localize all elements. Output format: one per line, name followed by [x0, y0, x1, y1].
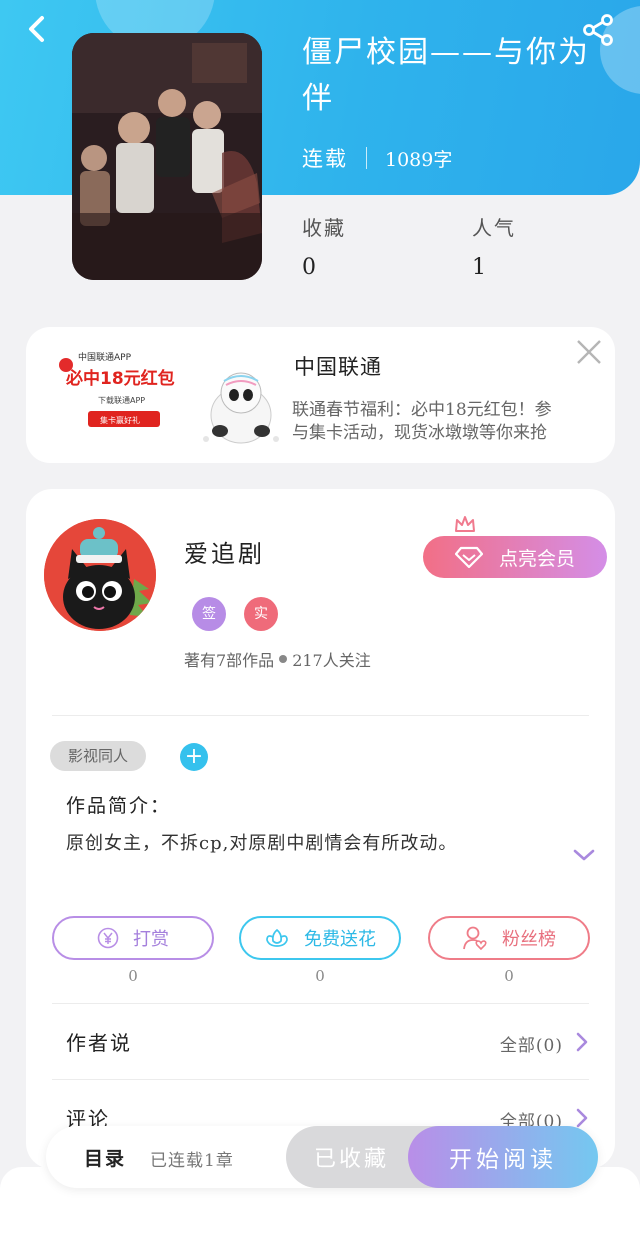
stat-label: 收藏	[302, 216, 346, 240]
followers-count: 217人关注	[292, 651, 371, 670]
ad-image-headline: 必中18元红包	[65, 368, 175, 389]
author-stats: 著有7部作品 217人关注	[184, 647, 371, 671]
tip-count: 0	[128, 967, 138, 985]
author-says-label: 作者说	[66, 1031, 132, 1055]
ad-image: 中国联通APP 必中18元红包 下载联通APP 集卡赢好礼	[56, 343, 291, 449]
flower-icon	[264, 926, 290, 950]
crown-icon	[455, 516, 475, 532]
stat-favorites: 收藏 0	[302, 212, 346, 280]
stat-popularity: 人气 1	[472, 212, 516, 280]
stat-label: 人气	[472, 216, 516, 240]
chevron-right-icon[interactable]	[575, 1031, 589, 1053]
divider	[52, 1003, 589, 1004]
bottom-action-bar: 目录 已连载1章 已收藏 开始阅读	[46, 1126, 598, 1188]
ad-image-sub: 下载联通APP	[98, 395, 145, 405]
divider	[52, 1079, 589, 1080]
close-icon[interactable]	[574, 337, 604, 367]
verified-badge: 实	[244, 597, 278, 631]
add-tag-button[interactable]: +	[180, 743, 208, 771]
chevron-down-icon[interactable]	[572, 847, 596, 863]
send-flower-button[interactable]: 免费送花	[239, 916, 401, 960]
start-reading-button[interactable]: 开始阅读	[408, 1126, 598, 1188]
fans-ranking-button[interactable]: 粉丝榜	[428, 916, 590, 960]
yen-icon	[97, 927, 119, 949]
ad-description-line: 联通春节福利：必中18元红包！参	[292, 400, 552, 420]
user-heart-icon	[462, 925, 488, 951]
book-cover[interactable]	[72, 33, 262, 280]
ad-description: 联通春节福利：必中18元红包！参 与集卡活动，现货冰墩墩等你来抢	[292, 399, 617, 445]
ad-title: 中国联通	[294, 355, 382, 379]
works-count: 著有7部作品	[184, 651, 275, 670]
send-flower-label: 免费送花	[304, 929, 376, 950]
intro-heading: 作品简介：	[66, 795, 172, 817]
vip-label: 点亮会员	[498, 547, 575, 570]
book-detail-card: 爱追剧 签 实 著有7部作品 217人关注 点亮会员 影视同人 + 作品简介： …	[26, 489, 615, 1169]
word-count: 1089字	[385, 148, 453, 171]
toc-button[interactable]: 目录	[84, 1144, 126, 1171]
dot-separator	[279, 655, 288, 663]
author-name[interactable]: 爱追剧	[184, 534, 265, 569]
flower-count: 0	[315, 967, 325, 985]
author-says-more[interactable]: 全部(0)	[500, 1031, 563, 1056]
fans-ranking-label: 粉丝榜	[502, 929, 556, 950]
divider	[52, 715, 589, 716]
vip-button[interactable]: 点亮会员	[423, 536, 607, 578]
author-avatar[interactable]	[44, 519, 156, 631]
ad-banner[interactable]: 中国联通APP 必中18元红包 下载联通APP 集卡赢好礼 中国联通 联通春节福…	[26, 327, 615, 463]
ad-image-button: 集卡赢好礼	[100, 415, 140, 425]
stat-value: 1	[472, 255, 486, 280]
ad-image-app: 中国联通APP	[78, 351, 132, 363]
book-meta: 连载 1089字	[302, 143, 452, 173]
back-arrow-icon[interactable]	[22, 14, 52, 44]
fans-count: 0	[504, 967, 514, 985]
chapter-count: 已连载1章	[150, 1151, 234, 1171]
stat-value: 0	[302, 255, 316, 280]
intro-text: 原创女主，不拆cp,对原剧中剧情会有所改动。	[66, 833, 458, 854]
serial-status: 连载	[302, 147, 348, 171]
ad-description-line: 与集卡活动，现货冰墩墩等你来抢	[292, 423, 547, 443]
book-title: 僵尸校园——与你为伴	[302, 35, 590, 116]
tip-button[interactable]: 打赏	[52, 916, 214, 960]
genre-tag[interactable]: 影视同人	[50, 741, 146, 771]
diamond-icon	[454, 546, 483, 568]
signed-badge: 签	[192, 597, 226, 631]
tip-label: 打赏	[133, 929, 169, 950]
meta-separator	[366, 147, 367, 169]
cover-illustration	[72, 33, 262, 280]
author-says-row[interactable]: 作者说 全部(0)	[66, 1027, 589, 1056]
chevron-right-icon[interactable]	[575, 1107, 589, 1129]
